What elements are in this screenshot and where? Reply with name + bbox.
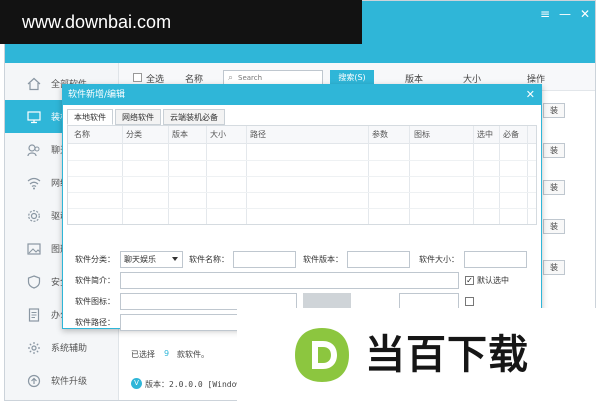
required-checkbox[interactable] [465, 297, 474, 306]
install-button[interactable]: 装 [543, 180, 565, 195]
category-select[interactable]: 聊天娱乐 [120, 251, 183, 268]
minimize-icon[interactable]: — [558, 7, 572, 21]
icon-label: 软件图标： [75, 297, 115, 306]
column-version: 版本 [172, 130, 188, 139]
version-label: 软件版本： [303, 255, 343, 264]
selected-suffix: 款软件。 [177, 350, 209, 359]
intro-label: 软件简介： [75, 276, 115, 285]
column-path: 路径 [250, 130, 266, 139]
selected-prefix: 已选择 [131, 350, 155, 359]
tab-network-software[interactable]: 网络软件 [115, 109, 161, 125]
column-divider [527, 126, 528, 224]
sidebar-item-label: 软件升级 [51, 377, 88, 387]
install-button[interactable]: 装 [543, 103, 565, 118]
gear-icon [27, 209, 41, 223]
column-divider [499, 126, 500, 224]
menu-icon[interactable]: ≡ [538, 7, 552, 21]
search-icon: ⌕ [228, 73, 234, 83]
search-box: ⌕ [223, 70, 323, 85]
watermark-top: www.downbai.com [0, 0, 362, 44]
select-all-checkbox[interactable] [133, 73, 142, 82]
category-label: 软件分类： [75, 255, 115, 264]
default-selected-label: 默认选中 [477, 276, 509, 285]
version-icon: V [131, 378, 142, 389]
search-button[interactable]: 搜索(S) [330, 70, 374, 85]
column-divider [368, 126, 369, 224]
column-divider [246, 126, 247, 224]
name-field[interactable] [233, 251, 296, 268]
brand-logo [295, 328, 349, 382]
size-label: 软件大小： [419, 255, 459, 264]
sidebar-item-label: 系统辅助 [51, 344, 88, 354]
search-input[interactable] [238, 72, 320, 83]
column-selected: 选中 [477, 130, 493, 139]
path-field[interactable] [120, 314, 240, 331]
row-divider [68, 176, 536, 177]
column-category: 分类 [126, 130, 142, 139]
shield-icon [27, 274, 41, 289]
default-selected-checkbox[interactable]: ✓ [465, 276, 474, 285]
column-divider [409, 126, 410, 224]
path-label: 软件路径： [75, 318, 115, 327]
settings-icon [27, 341, 41, 355]
dialog-title: 软件新增/编辑 [63, 85, 541, 105]
tab-cloud-essentials[interactable]: 云端装机必备 [163, 109, 225, 125]
column-divider [206, 126, 207, 224]
brand-watermark: 当百下载 [237, 308, 600, 401]
row-divider [68, 192, 536, 193]
row-divider [68, 208, 536, 209]
wifi-icon [27, 176, 41, 190]
chevron-down-icon [172, 257, 178, 261]
chat-icon [27, 143, 41, 157]
software-edit-dialog: 软件新增/编辑 ✕ 本地软件 网络软件 云端装机必备 名称 分类 版本 大小 路… [62, 84, 542, 331]
dialog-title-text: 软件新增/编辑 [68, 90, 126, 100]
column-name: 名称 [74, 130, 90, 139]
software-table: 名称 分类 版本 大小 路径 参数 图标 选中 必备 [67, 125, 537, 225]
name-label: 软件名称： [189, 255, 229, 264]
sidebar-item-upgrade[interactable]: 软件升级 [5, 364, 119, 397]
size-field[interactable] [464, 251, 527, 268]
install-button[interactable]: 装 [543, 260, 565, 275]
row-divider [68, 160, 536, 161]
upgrade-icon [27, 374, 41, 388]
close-icon[interactable]: ✕ [526, 88, 535, 102]
column-required: 必备 [503, 130, 519, 139]
close-window-icon[interactable]: ✕ [578, 7, 592, 21]
monitor-icon [27, 110, 41, 124]
column-divider [473, 126, 474, 224]
dialog-tabs: 本地软件 网络软件 云端装机必备 [67, 109, 227, 125]
sidebar-item-system[interactable]: 系统辅助 [5, 331, 119, 364]
document-icon [27, 307, 41, 322]
column-icon: 图标 [414, 130, 430, 139]
install-button[interactable]: 装 [543, 219, 565, 234]
home-icon [27, 77, 41, 91]
tab-local-software[interactable]: 本地软件 [67, 109, 113, 125]
column-params: 参数 [372, 130, 388, 139]
column-divider [168, 126, 169, 224]
column-size: 大小 [210, 130, 226, 139]
version-field[interactable] [347, 251, 410, 268]
category-value: 聊天娱乐 [124, 255, 156, 264]
intro-field[interactable] [120, 272, 459, 289]
install-button[interactable]: 装 [543, 143, 565, 158]
selected-count: 9 [164, 349, 170, 358]
brand-text: 当百下载 [365, 332, 529, 378]
image-icon [27, 242, 41, 256]
column-divider [122, 126, 123, 224]
